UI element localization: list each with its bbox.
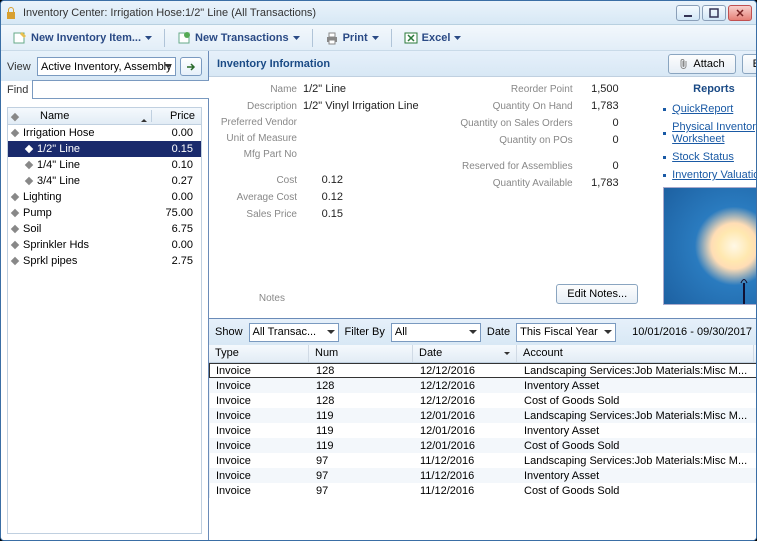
tree-item[interactable]: Lighting0.00 <box>8 189 201 205</box>
lbl-desc: Description <box>217 101 303 112</box>
date-label: Date <box>487 326 510 338</box>
filter-combo[interactable]: All <box>391 323 481 342</box>
lbl-onhand: Quantity On Hand <box>449 101 579 112</box>
show-combo[interactable]: All Transac... <box>249 323 339 342</box>
find-label: Find <box>7 84 28 96</box>
tree-item[interactable]: Irrigation Hose0.00 <box>8 125 201 141</box>
new-inventory-item-button[interactable]: New Inventory Item... <box>7 28 158 48</box>
window-title: Inventory Center: Irrigation Hose:1/2" L… <box>23 7 676 19</box>
transaction-row[interactable]: Invoice11912/01/2016Inventory Asset-51.0… <box>209 423 757 438</box>
col-date[interactable]: Date <box>413 345 517 362</box>
edit-notes-button[interactable]: Edit Notes... <box>556 284 638 304</box>
edit-item-button[interactable]: Edit Item... <box>742 54 757 74</box>
tree-header[interactable]: ◆ Name Price <box>7 107 202 125</box>
report-link[interactable]: QuickReport <box>663 103 757 115</box>
item-image <box>663 187 757 305</box>
lbl-uom: Unit of Measure <box>217 133 303 144</box>
date-range: 10/01/2016 - 09/30/2017 <box>632 326 752 338</box>
lock-icon <box>5 6 17 20</box>
val-onpo: 0 <box>579 134 619 146</box>
info-title: Inventory Information <box>217 58 668 70</box>
lbl-name: Name <box>217 84 303 95</box>
arrow-right-icon <box>185 62 197 72</box>
transaction-row[interactable]: Invoice11912/01/2016Landscaping Services… <box>209 408 757 423</box>
lbl-vendor: Preferred Vendor <box>217 117 303 128</box>
close-button[interactable] <box>728 5 752 21</box>
chevron-down-icon <box>145 36 152 40</box>
lbl-reorder: Reorder Point <box>449 84 579 95</box>
chevron-down-icon <box>293 36 300 40</box>
print-button[interactable]: Print <box>319 28 385 48</box>
tree-item[interactable]: 3/4" Line0.27 <box>8 173 201 189</box>
transaction-row[interactable]: Invoice12812/12/2016Landscaping Services… <box>209 363 757 378</box>
transaction-row[interactable]: Invoice9711/12/2016Landscaping Services:… <box>209 453 757 468</box>
transaction-row[interactable]: Invoice12812/12/2016Inventory Asset-9.00 <box>209 378 757 393</box>
val-onso: 0 <box>579 117 619 129</box>
transaction-row[interactable]: Invoice11912/01/2016Cost of Goods Sold51… <box>209 438 757 453</box>
report-link[interactable]: Physical Inventory Worksheet <box>663 121 757 145</box>
find-input[interactable] <box>32 80 217 99</box>
transaction-row[interactable]: Invoice12812/12/2016Cost of Goods Sold9.… <box>209 393 757 408</box>
tree-item[interactable]: 1/2" Line0.15 <box>8 141 201 157</box>
val-avail: 1,783 <box>579 177 619 189</box>
val-onhand: 1,783 <box>579 100 619 112</box>
tree-item[interactable]: 1/4" Line0.10 <box>8 157 201 173</box>
lbl-mfg: Mfg Part No <box>217 149 303 160</box>
paperclip-icon <box>679 58 689 70</box>
new-transactions-button[interactable]: New Transactions <box>171 28 306 48</box>
lbl-avail: Quantity Available <box>449 178 579 189</box>
tree-item[interactable]: Sprinkler Hds0.00 <box>8 237 201 253</box>
maximize-button[interactable] <box>702 5 726 21</box>
lbl-cost: Cost <box>217 175 303 186</box>
lbl-salesprice: Sales Price <box>217 209 303 220</box>
report-link[interactable]: Stock Status <box>663 151 757 163</box>
tree-item[interactable]: Soil6.75 <box>8 221 201 237</box>
lbl-notes: Notes <box>225 293 291 304</box>
tree-item[interactable]: Pump75.00 <box>8 205 201 221</box>
date-combo[interactable]: This Fiscal Year <box>516 323 616 342</box>
excel-button[interactable]: Excel <box>398 28 468 48</box>
arrow-button[interactable] <box>180 57 202 76</box>
print-icon <box>325 31 339 45</box>
lbl-avgcost: Average Cost <box>217 192 303 203</box>
excel-icon <box>404 31 418 45</box>
transaction-row[interactable]: Invoice9711/12/2016Cost of Goods Sold9.8… <box>209 483 757 498</box>
transaction-row[interactable]: Invoice9711/12/2016Inventory Asset-9.84 <box>209 468 757 483</box>
view-combo[interactable]: Active Inventory, Assembly <box>37 57 176 76</box>
item-tree: Irrigation Hose0.001/2" Line0.151/4" Lin… <box>7 125 202 534</box>
lbl-onpo: Quantity on POs <box>449 135 579 146</box>
col-type[interactable]: Type <box>209 345 309 362</box>
val-reserved: 0 <box>579 160 619 172</box>
val-salesprice: 0.15 <box>303 208 343 220</box>
val-name: 1/2" Line <box>303 83 353 95</box>
lbl-onso: Quantity on Sales Orders <box>449 118 579 129</box>
new-trans-icon <box>177 31 191 45</box>
view-label: View <box>7 61 33 73</box>
chevron-down-icon <box>372 36 379 40</box>
val-avgcost: 0.12 <box>303 191 343 203</box>
val-desc: 1/2" Vinyl Irrigation Line <box>303 100 419 112</box>
col-name[interactable]: Name <box>22 110 151 122</box>
col-num[interactable]: Num <box>309 345 413 362</box>
filter-label: Filter By <box>345 326 385 338</box>
new-item-icon <box>13 31 27 45</box>
minimize-button[interactable] <box>676 5 700 21</box>
attach-button[interactable]: Attach <box>668 54 735 74</box>
reports-title: Reports <box>663 83 757 95</box>
val-reorder: 1,500 <box>579 83 619 95</box>
col-price[interactable]: Price <box>151 110 201 122</box>
show-label: Show <box>215 326 243 338</box>
report-link[interactable]: Inventory Valuation Summary <box>663 169 757 181</box>
col-acct[interactable]: Account <box>517 345 754 362</box>
tree-item[interactable]: Sprkl pipes2.75 <box>8 253 201 269</box>
lbl-reserved: Reserved for Assemblies <box>449 161 579 172</box>
chevron-down-icon <box>454 36 461 40</box>
val-cost: 0.12 <box>303 174 343 186</box>
